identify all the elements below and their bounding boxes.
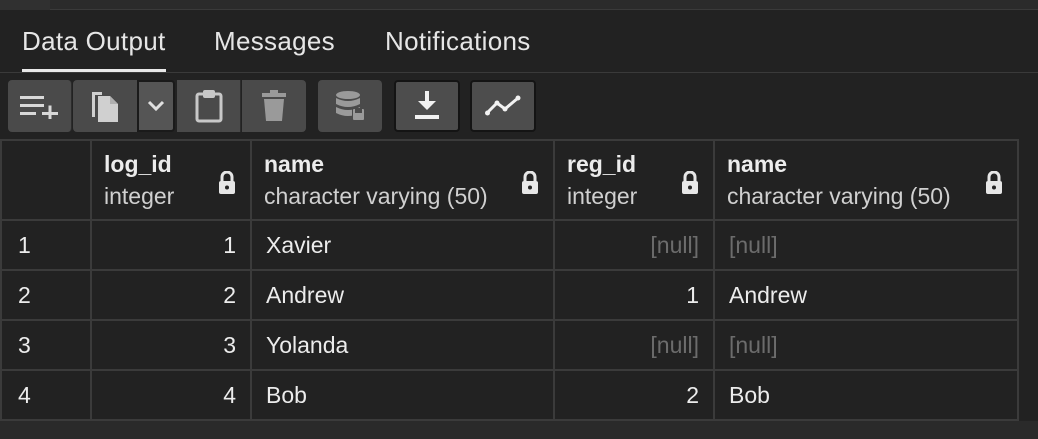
paste-button[interactable] [177, 80, 241, 132]
paste-icon [195, 90, 222, 123]
lock-icon [986, 171, 1002, 194]
cell-reg-id[interactable]: [null] [553, 319, 715, 371]
column-name: reg_id [567, 151, 637, 177]
delete-button[interactable] [242, 80, 306, 132]
result-tabs: Data Output Messages Notifications [0, 10, 1038, 73]
column-type: integer [104, 183, 175, 209]
cell-log-id[interactable]: 1 [90, 219, 252, 271]
table-row: 4 4 Bob 2 Bob [0, 369, 1019, 421]
bottom-scroll-area [0, 421, 1038, 439]
lock-icon [522, 171, 538, 194]
lock-icon [219, 171, 235, 194]
cell-name-2[interactable]: Andrew [713, 269, 1019, 321]
table-row: 2 2 Andrew 1 Andrew [0, 269, 1019, 321]
save-data-icon [336, 91, 365, 121]
table-row: 1 1 Xavier [null] [null] [0, 219, 1019, 271]
column-header-log-id[interactable]: log_id integer [90, 139, 252, 221]
top-strip [0, 0, 1038, 10]
cell-reg-id[interactable]: [null] [553, 219, 715, 271]
cell-reg-id[interactable]: 1 [553, 269, 715, 321]
column-type: integer [567, 183, 638, 209]
cell-log-id[interactable]: 3 [90, 319, 252, 371]
cell-name[interactable]: Xavier [250, 219, 555, 271]
data-toolbar [0, 73, 1038, 139]
copy-options-dropdown[interactable] [137, 80, 175, 132]
row-number[interactable]: 3 [0, 319, 92, 371]
delete-icon [262, 90, 286, 121]
lock-icon [682, 171, 698, 194]
header-row: log_id integer name character varying (5… [0, 139, 1019, 221]
cell-name-2[interactable]: Bob [713, 369, 1019, 421]
cell-name[interactable]: Bob [250, 369, 555, 421]
cell-name-2[interactable]: [null] [713, 319, 1019, 371]
top-strip-segment [0, 0, 50, 10]
row-number-header [0, 139, 92, 221]
copy-button[interactable] [73, 80, 137, 132]
column-type: character varying (50) [727, 183, 951, 209]
column-header-name[interactable]: name character varying (50) [250, 139, 555, 221]
tab-notifications[interactable]: Notifications [385, 10, 531, 72]
graph-visualiser-button[interactable] [470, 80, 536, 132]
download-button[interactable] [394, 80, 460, 132]
chevron-down-icon [147, 100, 165, 112]
row-number[interactable]: 2 [0, 269, 92, 321]
column-header-reg-id[interactable]: reg_id integer [553, 139, 715, 221]
tab-messages[interactable]: Messages [214, 10, 335, 72]
download-icon [415, 91, 439, 119]
cell-name-2[interactable]: [null] [713, 219, 1019, 271]
cell-log-id[interactable]: 4 [90, 369, 252, 421]
row-number[interactable]: 1 [0, 219, 92, 271]
add-row-button[interactable] [8, 80, 72, 132]
cell-reg-id[interactable]: 2 [553, 369, 715, 421]
copy-icon [92, 92, 118, 122]
column-header-name-2[interactable]: name character varying (50) [713, 139, 1019, 221]
column-type: character varying (50) [264, 183, 488, 209]
graph-icon [485, 95, 521, 116]
table-row: 3 3 Yolanda [null] [null] [0, 319, 1019, 371]
cell-log-id[interactable]: 2 [90, 269, 252, 321]
cell-name[interactable]: Andrew [250, 269, 555, 321]
add-row-icon [19, 96, 58, 119]
row-number[interactable]: 4 [0, 369, 92, 421]
column-name: log_id [104, 151, 172, 177]
column-name: name [264, 151, 325, 177]
data-grid: log_id integer name character varying (5… [0, 139, 1019, 421]
column-name: name [727, 151, 788, 177]
cell-name[interactable]: Yolanda [250, 319, 555, 371]
save-data-button[interactable] [318, 80, 382, 132]
tab-data-output[interactable]: Data Output [22, 10, 166, 72]
